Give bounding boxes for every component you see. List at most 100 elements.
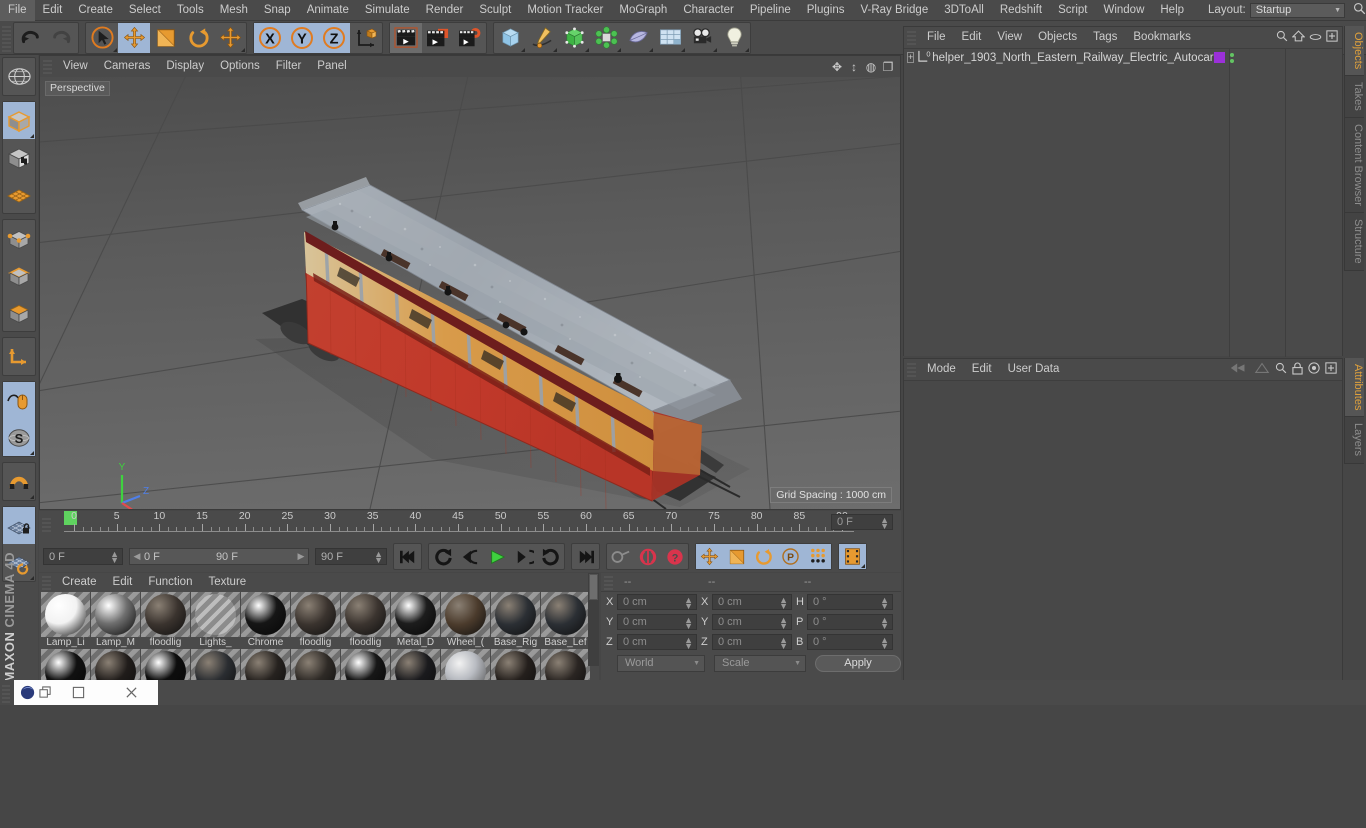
- redo-button[interactable]: [46, 23, 78, 53]
- material-swatch[interactable]: Base_Lef: [541, 592, 590, 649]
- points-mode-button[interactable]: [3, 220, 35, 257]
- scale-key-button[interactable]: [723, 544, 750, 569]
- menu-item-snap[interactable]: Snap: [256, 0, 299, 21]
- material-swatch[interactable]: Lamp_M: [91, 592, 140, 649]
- railway-autocar-model[interactable]: [40, 77, 900, 509]
- toolbar-grip[interactable]: [2, 23, 11, 52]
- globe-wire-button[interactable]: [3, 58, 35, 95]
- object-manager-grip[interactable]: [907, 30, 916, 45]
- spinner-icon[interactable]: ▲ ▼: [684, 616, 693, 631]
- coord-field-pos-x[interactable]: 0 cm ▲ ▼: [617, 594, 697, 611]
- tab-attributes[interactable]: Attributes: [1344, 358, 1364, 418]
- add-camera-button[interactable]: [686, 23, 718, 53]
- material-scrollbar[interactable]: [588, 573, 599, 666]
- object-menu-edit[interactable]: Edit: [954, 27, 990, 48]
- move-button[interactable]: [118, 22, 150, 53]
- menu-item-window[interactable]: Window: [1095, 0, 1152, 21]
- back-arrow-icon[interactable]: [1229, 362, 1249, 377]
- render-view-button[interactable]: [390, 22, 422, 53]
- go-to-next-frame-button[interactable]: [510, 544, 537, 569]
- menu-item-mesh[interactable]: Mesh: [212, 0, 256, 21]
- coord-field-size-x[interactable]: 0 cm ▲ ▼: [712, 594, 792, 611]
- lock-icon[interactable]: [1292, 362, 1303, 378]
- go-to-start-button[interactable]: [394, 544, 421, 569]
- material-tag-icon[interactable]: [1213, 52, 1225, 63]
- maximize-view-icon[interactable]: ❐: [881, 60, 895, 74]
- menu-item-select[interactable]: Select: [121, 0, 169, 21]
- add-cube-button[interactable]: [494, 23, 526, 53]
- viewport-menu-cameras[interactable]: Cameras: [96, 56, 159, 77]
- target-icon[interactable]: [1308, 362, 1320, 377]
- object-menu-view[interactable]: View: [989, 27, 1030, 48]
- menu-item-script[interactable]: Script: [1050, 0, 1095, 21]
- search-icon[interactable]: [1353, 2, 1366, 18]
- timeline-grip[interactable]: [42, 517, 51, 532]
- object-tree[interactable]: + 0 helper_1903_North_Eastern_Railway_El…: [904, 48, 1342, 357]
- coordinate-system-dropdown[interactable]: World ▼: [617, 654, 705, 672]
- range-right-arrow-icon[interactable]: ▶: [294, 551, 308, 562]
- pan-icon[interactable]: ✥: [830, 60, 844, 74]
- add-generator-button[interactable]: [558, 23, 590, 53]
- material-swatch[interactable]: Lights_: [191, 592, 240, 649]
- soft-selection-button[interactable]: S: [3, 419, 35, 456]
- record-active-objects-button[interactable]: [607, 544, 634, 569]
- spinner-icon[interactable]: ▲ ▼: [779, 616, 788, 631]
- spinner-icon[interactable]: ▲ ▼: [374, 550, 383, 565]
- maximize-button[interactable]: [52, 686, 105, 699]
- plus-box-icon[interactable]: [1325, 362, 1337, 377]
- material-swatch[interactable]: floodlig: [291, 592, 340, 649]
- attribute-menu-mode[interactable]: Mode: [919, 359, 964, 380]
- spinner-icon[interactable]: ▲ ▼: [684, 636, 693, 651]
- add-light-button[interactable]: [718, 23, 750, 53]
- object-menu-bookmarks[interactable]: Bookmarks: [1125, 27, 1199, 48]
- preview-range-slider[interactable]: ◀ 0 F 90 F ▶: [129, 548, 309, 565]
- object-row-autocar[interactable]: + 0 helper_1903_North_Eastern_Railway_El…: [904, 49, 1342, 66]
- play-forward-button[interactable]: [483, 544, 510, 569]
- add-environment-button[interactable]: [654, 23, 686, 53]
- position-key-button[interactable]: [696, 544, 723, 569]
- forward-arrow-icon[interactable]: [1254, 362, 1270, 377]
- menu-item-redshift[interactable]: Redshift: [992, 0, 1050, 21]
- autokeying-button[interactable]: [634, 544, 661, 569]
- viewport-grip[interactable]: [43, 59, 52, 74]
- play-backwards-loop-button[interactable]: [429, 544, 456, 569]
- material-grip[interactable]: [42, 575, 51, 590]
- workplane-lock-button[interactable]: [3, 507, 35, 544]
- add-spline-button[interactable]: [526, 23, 558, 53]
- viewport-menu-panel[interactable]: Panel: [309, 56, 354, 77]
- add-deformer-button[interactable]: [622, 23, 654, 53]
- tab-content-browser[interactable]: Content Browser: [1344, 118, 1364, 213]
- rotate-button[interactable]: [182, 23, 214, 53]
- go-to-previous-frame-button[interactable]: [456, 544, 483, 569]
- menu-item-mograph[interactable]: MoGraph: [611, 0, 675, 21]
- spinner-icon[interactable]: ▲ ▼: [880, 596, 889, 611]
- world-local-move-button[interactable]: [214, 23, 246, 53]
- menu-item-pipeline[interactable]: Pipeline: [742, 0, 799, 21]
- home-icon[interactable]: [1291, 30, 1306, 45]
- material-menu-texture[interactable]: Texture: [200, 573, 254, 592]
- menu-item-3dtoall[interactable]: 3DToAll: [936, 0, 992, 21]
- object-menu-file[interactable]: File: [919, 27, 954, 48]
- coord-field-pos-y[interactable]: 0 cm ▲ ▼: [617, 614, 697, 631]
- menu-item-vray-bridge[interactable]: V-Ray Bridge: [852, 0, 936, 21]
- rotate-view-icon[interactable]: ◍: [864, 60, 878, 74]
- menu-item-motion-tracker[interactable]: Motion Tracker: [519, 0, 611, 21]
- bottom-left-grip[interactable]: [2, 683, 10, 703]
- menu-item-edit[interactable]: Edit: [35, 0, 71, 21]
- material-swatch[interactable]: floodlig: [341, 592, 390, 649]
- tab-layers[interactable]: Layers: [1344, 417, 1364, 464]
- keyframe-selection-button[interactable]: ?: [661, 544, 688, 569]
- material-swatch[interactable]: Metal_D: [391, 592, 440, 649]
- object-menu-tags[interactable]: Tags: [1085, 27, 1125, 48]
- spinner-icon[interactable]: ▲ ▼: [779, 636, 788, 651]
- attribute-menu-edit[interactable]: Edit: [964, 359, 1000, 380]
- spinner-icon[interactable]: ▲ ▼: [110, 550, 119, 565]
- texture-mode-button[interactable]: [3, 176, 35, 213]
- live-selection-button[interactable]: [86, 23, 118, 53]
- spinner-icon[interactable]: ▲ ▼: [880, 616, 889, 631]
- param-key-button[interactable]: P: [777, 544, 804, 569]
- menu-item-help[interactable]: Help: [1152, 0, 1192, 21]
- spinner-icon[interactable]: ▲ ▼: [779, 596, 788, 611]
- search-icon[interactable]: [1276, 30, 1288, 45]
- search-icon[interactable]: [1275, 362, 1287, 377]
